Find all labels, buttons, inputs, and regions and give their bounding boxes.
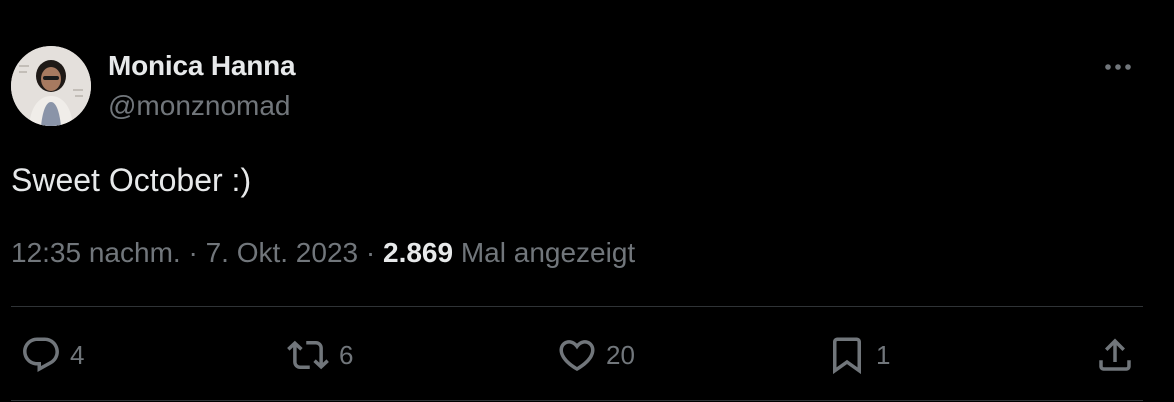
bookmark-count: 1 — [876, 340, 891, 370]
author-handle[interactable]: @monznomad — [108, 89, 291, 123]
bookmark-icon — [833, 337, 861, 375]
tweet-text: Sweet October :) — [11, 162, 252, 198]
tweet-time[interactable]: 12:35 nachm. — [11, 237, 181, 268]
reply-icon — [23, 337, 59, 372]
retweet-icon — [287, 340, 329, 370]
retweet-count: 6 — [339, 340, 354, 370]
like-count: 20 — [606, 340, 635, 370]
reply-button[interactable]: 4 — [20, 334, 84, 376]
divider — [11, 306, 1143, 307]
views-label: Mal angezeigt — [460, 237, 636, 268]
tweet-card: Monica Hanna @monznomad Sweet October :)… — [0, 0, 1174, 402]
bookmark-button[interactable]: 1 — [826, 334, 890, 376]
meta-separator: · — [365, 237, 376, 268]
share-icon — [1099, 338, 1131, 371]
heart-icon — [559, 340, 595, 372]
avatar[interactable] — [11, 46, 91, 126]
more-options-button[interactable] — [1100, 52, 1140, 82]
like-button[interactable]: 20 — [556, 334, 635, 376]
meta-separator: · — [188, 237, 198, 268]
author-name[interactable]: Monica Hanna — [108, 49, 296, 83]
divider — [11, 400, 1143, 401]
retweet-button[interactable]: 6 — [285, 334, 353, 376]
tweet-date[interactable]: 7. Okt. 2023 — [206, 237, 359, 268]
tweet-meta: 12:35 nachm. · 7. Okt. 2023 · 2.869 Mal … — [11, 236, 635, 270]
share-button[interactable] — [1094, 334, 1136, 376]
reply-count: 4 — [70, 340, 85, 370]
views-count[interactable]: 2.869 — [383, 237, 453, 268]
more-icon — [1105, 64, 1131, 70]
profile-photo-icon — [11, 46, 91, 126]
